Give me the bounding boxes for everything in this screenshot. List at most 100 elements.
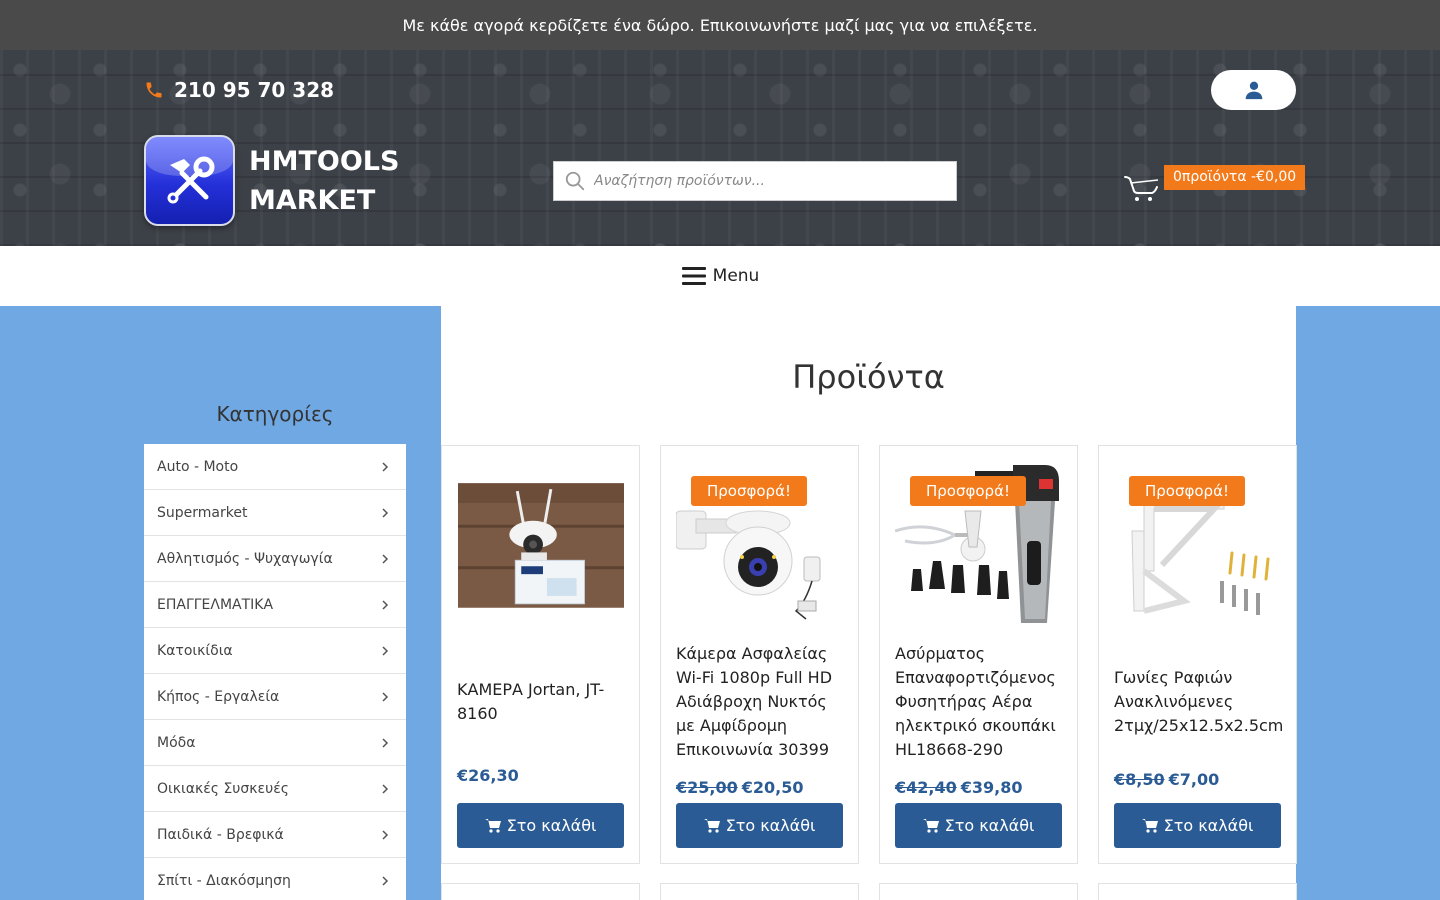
promo-banner: Με κάθε αγορά κερδίζετε ένα δώρο. Επικοι…: [0, 0, 1440, 50]
category-label: Αθλητισμός - Ψυχαγωγία: [157, 550, 333, 567]
cart-icon: [703, 819, 720, 833]
account-button[interactable]: [1211, 70, 1296, 110]
brand-line1: HMTOOLS: [249, 146, 400, 177]
cart-widget[interactable]: 0προϊόντα -€0,00: [1124, 165, 1306, 205]
product-current-price: €26,30: [457, 766, 519, 785]
category-label: Supermarket: [157, 504, 248, 521]
product-card-partial: [879, 883, 1078, 900]
site-header: 210 95 70 328 HMTOOLS MARKET 0προϊόντα: [0, 50, 1440, 246]
category-item[interactable]: Σπίτι - Διακόσμηση: [144, 858, 406, 900]
hamburger-icon: [681, 267, 706, 285]
product-current-price: €20,50: [741, 778, 804, 797]
product-image-camera-box[interactable]: [457, 461, 625, 629]
sale-badge: Προσφορά!: [910, 476, 1026, 506]
category-label: Κήπος - Εργαλεία: [157, 688, 280, 705]
category-list: Auto - Moto Supermarket Αθλητισμός - Ψυχ…: [144, 444, 406, 900]
category-item[interactable]: ΕΠΑΓΓΕΛΜΑΤΙΚΑ: [144, 582, 406, 628]
category-label: ΕΠΑΓΓΕΛΜΑΤΙΚΑ: [157, 596, 274, 613]
add-to-cart-button[interactable]: Στο καλάθι: [676, 803, 843, 848]
product-name[interactable]: ΚΑΜΕΡΑ Jortan, JT-8160: [457, 678, 627, 726]
search-input[interactable]: [594, 173, 934, 189]
product-card: Προσφορά!: [1098, 445, 1297, 864]
site-logo[interactable]: [144, 135, 235, 226]
tools-icon: [167, 156, 214, 203]
chevron-right-icon: [382, 553, 389, 564]
sale-badge: Προσφορά!: [1129, 476, 1245, 506]
product-price: €42,40 €39,80: [895, 778, 1023, 797]
category-label: Auto - Moto: [157, 458, 239, 475]
cart-icon: [1124, 176, 1159, 201]
category-sidebar: Κατηγορίες Auto - Moto Supermarket Αθλητ…: [144, 306, 406, 900]
phone-number: 210 95 70 328: [174, 78, 335, 102]
chevron-right-icon: [382, 599, 389, 610]
product-area: Προϊόντα ΚΑΜΕΡΑ Jortan, JT-8160 €26,30 Σ…: [441, 306, 1297, 900]
product-old-price: €42,40: [895, 778, 957, 797]
chevron-right-icon: [382, 737, 389, 748]
add-to-cart-label: Στο καλάθι: [725, 816, 816, 835]
category-item[interactable]: Κατοικίδια: [144, 628, 406, 674]
product-card-partial: [1098, 883, 1297, 900]
add-to-cart-button[interactable]: Στο καλάθι: [457, 803, 624, 848]
product-old-price: €8,50: [1114, 770, 1165, 789]
chevron-right-icon: [382, 645, 389, 656]
product-grid: ΚΑΜΕΡΑ Jortan, JT-8160 €26,30 Στο καλάθι…: [441, 445, 1297, 864]
cart-icon: [922, 819, 939, 833]
cart-total-badge: 0προϊόντα -€0,00: [1164, 165, 1306, 190]
product-current-price: €39,80: [960, 778, 1023, 797]
add-to-cart-button[interactable]: Στο καλάθι: [1114, 803, 1281, 848]
user-icon: [1245, 81, 1262, 100]
category-item[interactable]: Αθλητισμός - Ψυχαγωγία: [144, 536, 406, 582]
add-to-cart-label: Στο καλάθι: [944, 816, 1035, 835]
category-label: Κατοικίδια: [157, 642, 233, 659]
product-price: €8,50 €7,00: [1114, 770, 1219, 789]
chevron-right-icon: [382, 875, 389, 886]
product-card-partial: [441, 883, 640, 900]
page-title: Προϊόντα: [792, 358, 945, 396]
brand-line2: MARKET: [249, 185, 376, 216]
category-item[interactable]: Οικιακές Συσκευές: [144, 766, 406, 812]
product-card-partial: [660, 883, 859, 900]
chevron-right-icon: [382, 691, 389, 702]
product-card: Προσφορά!: [660, 445, 859, 864]
category-item[interactable]: Supermarket: [144, 490, 406, 536]
product-card: Προσφορά!: [879, 445, 1078, 864]
product-price: €26,30: [457, 766, 519, 785]
product-name[interactable]: Γωνίες Ραφιών Ανακλινόμενες 2τμχ/25x12.5…: [1114, 666, 1284, 738]
category-label: Σπίτι - Διακόσμηση: [157, 872, 291, 889]
category-label: Παιδικά - Βρεφικά: [157, 826, 284, 843]
product-card: ΚΑΜΕΡΑ Jortan, JT-8160 €26,30 Στο καλάθι: [441, 445, 640, 864]
chevron-right-icon: [382, 507, 389, 518]
main-nav-toggle[interactable]: Menu: [0, 246, 1440, 306]
cart-icon: [1141, 819, 1158, 833]
chevron-right-icon: [382, 783, 389, 794]
category-item[interactable]: Παιδικά - Βρεφικά: [144, 812, 406, 858]
phone-icon: [146, 82, 162, 98]
add-to-cart-label: Στο καλάθι: [506, 816, 597, 835]
search-icon: [565, 171, 585, 191]
product-grid-row2: [441, 883, 1297, 900]
phone-contact[interactable]: 210 95 70 328: [144, 78, 334, 102]
product-old-price: €25,00: [676, 778, 738, 797]
sidebar-title: Κατηγορίες: [216, 402, 334, 426]
category-item[interactable]: Μόδα: [144, 720, 406, 766]
add-to-cart-button[interactable]: Στο καλάθι: [895, 803, 1062, 848]
sale-badge: Προσφορά!: [691, 476, 807, 506]
search-box: [553, 161, 957, 201]
product-current-price: €7,00: [1168, 770, 1220, 789]
product-name[interactable]: Ασύρματος Επαναφορτιζόμενος Φυσητήρας Αέ…: [895, 642, 1065, 762]
category-label: Οικιακές Συσκευές: [157, 780, 289, 797]
product-name[interactable]: Κάμερα Ασφαλείας Wi-Fi 1080p Full HD Αδι…: [676, 642, 846, 762]
category-item[interactable]: Auto - Moto: [144, 444, 406, 490]
product-price: €25,00 €20,50: [676, 778, 804, 797]
category-item[interactable]: Κήπος - Εργαλεία: [144, 674, 406, 720]
menu-label: Menu: [712, 266, 760, 286]
chevron-right-icon: [382, 829, 389, 840]
page-content: Κατηγορίες Auto - Moto Supermarket Αθλητ…: [0, 306, 1440, 900]
promo-text: Με κάθε αγορά κερδίζετε ένα δώρο. Επικοι…: [402, 15, 1038, 35]
category-label: Μόδα: [157, 734, 196, 751]
camera-box-image: [458, 482, 624, 608]
cart-icon: [484, 819, 501, 833]
brand-name[interactable]: HMTOOLS MARKET: [249, 142, 399, 220]
add-to-cart-label: Στο καλάθι: [1163, 816, 1254, 835]
chevron-right-icon: [382, 461, 389, 472]
